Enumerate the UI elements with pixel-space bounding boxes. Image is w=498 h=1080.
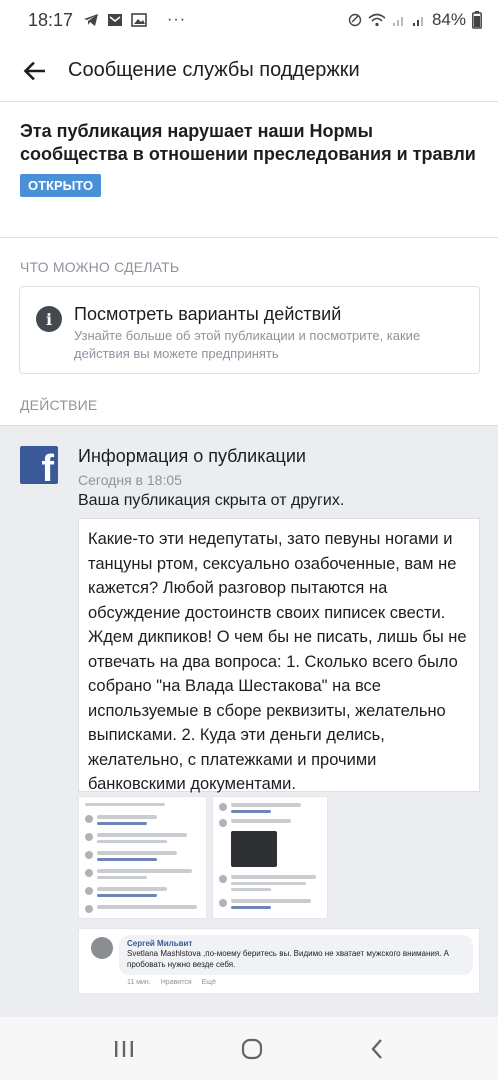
alarm-icon xyxy=(348,13,362,27)
comment-author: Сергей Мильвит xyxy=(127,939,193,948)
page-title: Сообщение службы поддержки xyxy=(68,59,360,81)
telegram-icon xyxy=(84,14,99,26)
battery-icon xyxy=(472,11,482,29)
system-icons: 84% xyxy=(348,10,482,30)
battery-percent: 84% xyxy=(431,10,466,29)
comment-meta: 11 мин. Нравится Ещё xyxy=(127,979,216,986)
view-options-card[interactable]: i Посмотреть варианты действий Узнайте б… xyxy=(19,286,480,374)
recent-apps-icon[interactable] xyxy=(113,1039,135,1059)
message-subtitle: Ваша публикация скрыта от других. xyxy=(78,492,345,509)
post-screenshots xyxy=(78,796,328,919)
home-icon[interactable] xyxy=(241,1038,263,1060)
status-badge: ОТКРЫТО xyxy=(20,174,102,197)
status-bar: 18:17 ··· 84% xyxy=(0,0,498,40)
what-to-do-label: ЧТО МОЖНО СДЕЛАТЬ xyxy=(20,259,180,275)
comment-time: 11 мин. xyxy=(127,979,151,986)
message-time: Сегодня в 18:05 xyxy=(78,472,182,488)
facebook-logo-icon: f xyxy=(20,446,58,484)
more-notifications-icon: ··· xyxy=(167,11,187,28)
app-header: Сообщение службы поддержки xyxy=(0,40,498,102)
comment-text: Svetlana Mashlstova ,по-моему беритесь в… xyxy=(127,949,449,969)
system-nav-bar xyxy=(0,1017,498,1080)
info-icon: i xyxy=(36,306,62,332)
notification-icons: ··· xyxy=(83,11,186,29)
violation-title: Эта публикация нарушает наши Нормы сообщ… xyxy=(20,121,476,164)
back-button[interactable] xyxy=(0,40,68,102)
wifi-icon xyxy=(368,13,386,27)
post-quote: Какие-то эти недепутаты, зато певуны ног… xyxy=(78,518,480,793)
comment-avatar xyxy=(91,937,113,959)
comment-like: Нравится xyxy=(160,979,192,986)
screenshot-thumbnail-2[interactable] xyxy=(212,796,328,919)
violation-section: Эта публикация нарушает наши Нормы сообщ… xyxy=(0,102,498,238)
arrow-left-icon xyxy=(23,61,45,80)
signal-icon-2 xyxy=(412,17,423,26)
message-area: f Информация о публикации Сегодня в 18:0… xyxy=(0,425,498,1017)
signal-icon-1 xyxy=(392,17,403,26)
action-label: ДЕЙСТВИЕ xyxy=(20,397,98,413)
comment-screenshot[interactable]: Сергей Мильвит Svetlana Mashlstova ,по-м… xyxy=(78,928,480,994)
message-title: Информация о публикации xyxy=(78,446,306,466)
view-options-title: Посмотреть варианты действий xyxy=(74,304,342,324)
gallery-icon xyxy=(131,13,147,27)
back-nav-icon[interactable] xyxy=(369,1038,385,1060)
comment-bubble: Сергей Мильвит Svetlana Mashlstova ,по-м… xyxy=(119,935,473,975)
view-options-description: Узнайте больше об этой публикации и посм… xyxy=(74,328,421,361)
screenshot-thumbnail-1[interactable] xyxy=(78,796,207,919)
comment-more: Ещё xyxy=(201,979,216,986)
mail-icon xyxy=(108,14,123,26)
status-time: 18:17 xyxy=(28,9,74,30)
